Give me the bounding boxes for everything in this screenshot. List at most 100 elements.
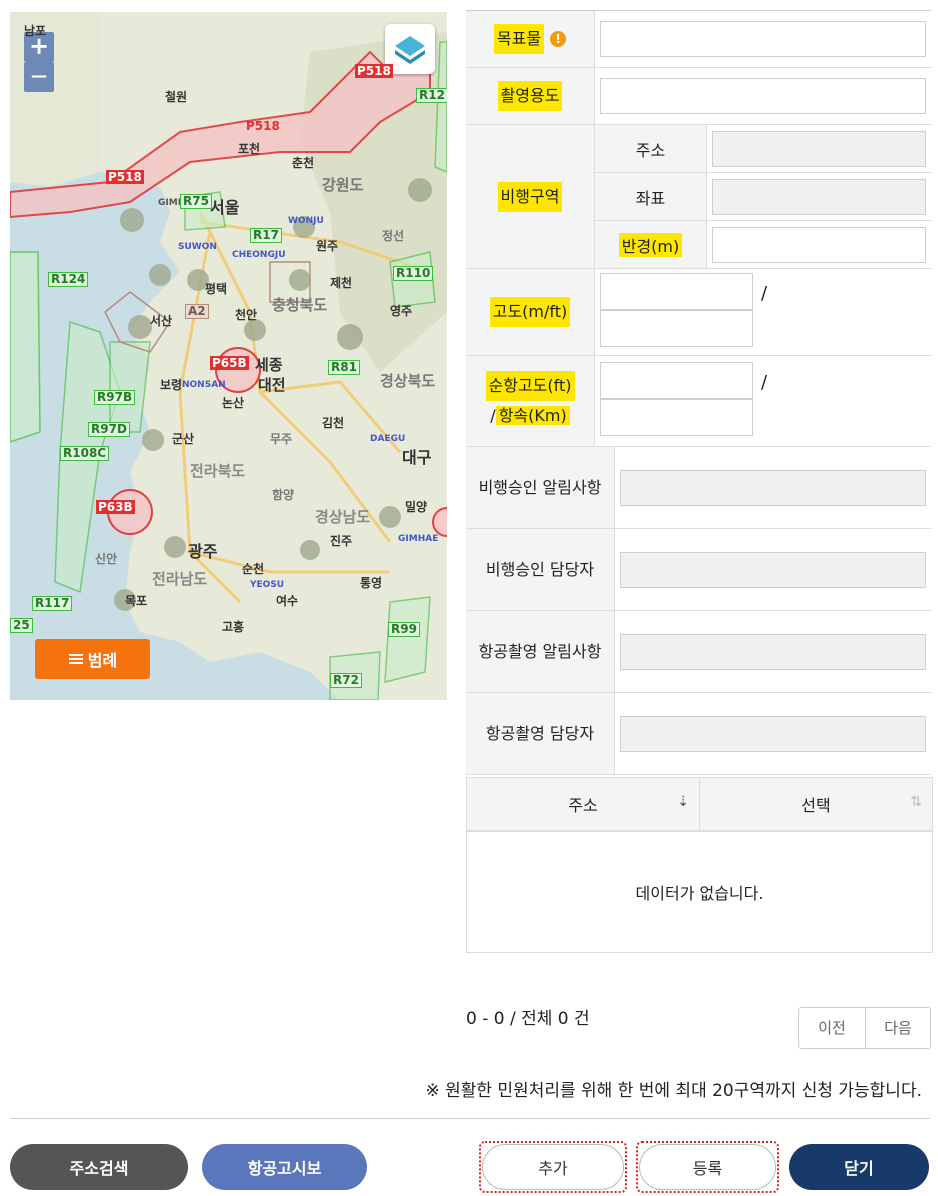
map-label: 전라북도 <box>190 462 246 480</box>
map-label: 고흥 <box>222 620 245 634</box>
altitude-ft-input[interactable] <box>600 310 753 347</box>
altitude-label: 고도(m/ft) <box>466 269 595 355</box>
legend-button[interactable]: 범례 <box>35 639 150 679</box>
control-zone-label: R108C <box>60 446 110 461</box>
purpose-label-text: 촬영용도 <box>497 81 563 111</box>
coord-label: 좌표 <box>595 173 707 220</box>
column-label: 주소 <box>568 796 598 815</box>
address-input <box>712 130 926 167</box>
cruise-altitude-input[interactable] <box>600 362 753 399</box>
sort-desc-icon[interactable]: ⇣ <box>677 794 689 810</box>
map-label: 통영 <box>360 576 383 590</box>
control-zone-label: R117 <box>32 596 73 611</box>
control-zone-label: R97D <box>88 422 130 437</box>
map-label: 김천 <box>322 416 345 430</box>
address-grid: 주소 ⇣ 선택 ⇅ 데이터가 없습니다. <box>466 777 933 953</box>
radius-input[interactable] <box>712 226 926 263</box>
map-label: 평택 <box>205 282 228 296</box>
map-label: 춘천 <box>292 156 315 170</box>
address-label: 주소 <box>595 125 707 172</box>
restricted-zone-label: P518 <box>355 64 393 78</box>
cruise-speed-input[interactable] <box>600 399 753 436</box>
flight-notice-label: 비행승인 알림사항 <box>466 447 615 528</box>
area-label: 비행구역 <box>466 125 595 268</box>
flight-notice-field <box>620 469 926 506</box>
control-zone-label: R81 <box>328 360 360 375</box>
control-zone-label: R110 <box>393 266 434 281</box>
column-header-select[interactable]: 선택 ⇅ <box>699 778 932 830</box>
add-button[interactable]: 추가 <box>479 1141 627 1193</box>
request-notice: ※ 원활한 민원처리를 위해 한 번에 최대 20구역까지 신청 가능합니다. <box>425 1081 922 1101</box>
address-search-button[interactable]: 주소검색 <box>10 1144 188 1190</box>
map-label: 제천 <box>330 276 353 290</box>
map-label: 서울 <box>210 198 240 217</box>
map-label: 대전 <box>258 376 286 394</box>
map-label: DAEGU <box>370 434 406 444</box>
map-label: 천안 <box>235 308 258 322</box>
radius-label-text: 반경(m) <box>618 232 683 257</box>
map-label: 밀양 <box>405 500 428 514</box>
restricted-zone-label: P63B <box>96 500 135 514</box>
notam-button[interactable]: 항공고시보 <box>202 1144 367 1190</box>
map-label: 철원 <box>165 90 188 104</box>
map-label: 군산 <box>172 432 195 446</box>
close-button[interactable]: 닫기 <box>789 1144 929 1190</box>
map-label: 순천 <box>242 562 265 576</box>
flight-manager-field <box>620 551 926 588</box>
map-label: NONSAN <box>182 380 226 390</box>
restricted-zone-label: P518 <box>246 119 280 133</box>
map-label: 신안 <box>95 552 118 566</box>
photo-notice-field <box>620 633 926 670</box>
prev-page-button[interactable]: 이전 <box>799 1008 865 1048</box>
purpose-input[interactable] <box>600 78 926 114</box>
grid-header: 주소 ⇣ 선택 ⇅ <box>467 778 932 832</box>
map-label: 목포 <box>125 594 148 608</box>
cruise-label-text: 순항고도(ft) <box>485 371 575 401</box>
restricted-zone-label: P518 <box>106 170 144 184</box>
map-label: 무주 <box>270 432 293 446</box>
control-zone-label: R17 <box>250 228 282 243</box>
map-label: CHEONGJU <box>232 250 286 260</box>
map-label: 포천 <box>238 142 261 156</box>
map-label: 강원도 <box>322 176 364 194</box>
control-zone-label: A2 <box>185 304 209 319</box>
map-label: 세종 <box>255 356 283 374</box>
map-label: 서산 <box>150 314 173 328</box>
map-label: WONJU <box>288 216 324 226</box>
map-label: 함양 <box>272 488 295 502</box>
next-page-button[interactable]: 다음 <box>865 1008 930 1048</box>
flight-area-map[interactable]: + — 남포 철원 포천 춘천 강원도 서울 원주 평택 제천 영주 충청북도 … <box>10 12 447 700</box>
map-label: 경상남도 <box>315 508 371 526</box>
control-zone-label: R75 <box>180 194 212 209</box>
target-input[interactable] <box>600 21 926 57</box>
column-label: 선택 <box>801 796 831 815</box>
coord-input <box>712 178 926 215</box>
altitude-label-text: 고도(m/ft) <box>489 297 571 327</box>
target-label: 목표물 ! <box>466 11 595 67</box>
target-label-text: 목표물 <box>493 24 545 54</box>
map-label: 원주 <box>316 239 339 253</box>
sort-icon[interactable]: ⇅ <box>910 794 922 810</box>
control-zone-label: R12 <box>416 88 447 103</box>
map-label: SUWON <box>178 242 217 252</box>
area-label-text: 비행구역 <box>497 181 563 212</box>
altitude-m-input[interactable] <box>600 273 753 310</box>
map-label: YEOSU <box>250 580 285 590</box>
column-header-address[interactable]: 주소 ⇣ <box>467 778 699 830</box>
altitude-separator: / <box>761 283 768 304</box>
result-count: 0 - 0 / 전체 0 건 <box>466 1009 590 1029</box>
menu-icon <box>68 654 83 664</box>
map-label: 충청북도 <box>272 296 328 314</box>
map-label: 논산 <box>222 396 245 410</box>
cruise-separator: / <box>761 372 768 393</box>
zoom-out-button[interactable]: — <box>24 62 54 92</box>
control-zone-label: R97B <box>94 390 136 405</box>
speed-label-text: 항속(Km) <box>495 406 570 425</box>
map-label: 정선 <box>382 229 405 243</box>
photo-manager-field <box>620 715 926 752</box>
map-label: 보령 <box>160 378 183 392</box>
legend-label: 범례 <box>87 651 118 670</box>
divider <box>10 1118 930 1119</box>
photo-manager-label: 항공촬영 담당자 <box>466 693 615 774</box>
register-button[interactable]: 등록 <box>636 1141 779 1193</box>
